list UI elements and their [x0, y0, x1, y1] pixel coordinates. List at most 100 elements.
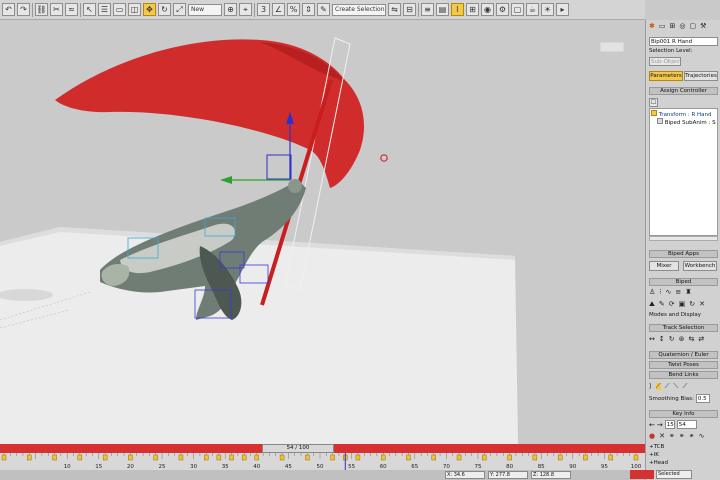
schematic-view-icon[interactable]: ⊞	[466, 3, 479, 16]
keyframe-marker[interactable]	[254, 454, 260, 461]
twist-links-mode-icon[interactable]: ⟋	[655, 383, 661, 390]
set-planted-key-icon[interactable]: ⚭	[669, 433, 675, 440]
time-slider[interactable]: 54 / 100	[0, 444, 645, 453]
keyframe-marker[interactable]	[507, 454, 512, 461]
keyframe-marker[interactable]	[633, 454, 639, 461]
percent-snap-icon[interactable]: %	[287, 3, 300, 16]
snaps-toggle-icon[interactable]: 3	[257, 3, 270, 16]
smoothing-bias-field[interactable]: 0.5	[695, 394, 710, 403]
rendered-frame-icon[interactable]: ▢	[511, 3, 524, 16]
prev-key-icon[interactable]: ←	[649, 421, 655, 429]
keyframe-marker[interactable]	[456, 454, 462, 461]
render-production-icon[interactable]: ☀	[541, 3, 554, 16]
keyframe-marker[interactable]	[204, 454, 209, 461]
rotate-icon[interactable]: ↻	[158, 3, 171, 16]
trajectory-icon[interactable]: ∿	[699, 433, 705, 440]
quaternion-euler-rollout[interactable]: Quaternion / Euler	[649, 351, 718, 359]
keyframe-marker[interactable]	[482, 454, 487, 461]
controller-tree[interactable]: Transform : R Hand Biped SubAnim : S	[649, 108, 718, 236]
redo-icon[interactable]: ↷	[17, 3, 30, 16]
keyframe-marker[interactable]	[381, 454, 386, 461]
keyframe-marker[interactable]	[406, 454, 411, 461]
motion-flow-icon[interactable]: ∿	[666, 289, 672, 296]
perspective-viewport[interactable]	[0, 20, 645, 444]
tab-parameters[interactable]: Parameters	[649, 71, 683, 81]
tree-scrollbar[interactable]	[649, 236, 718, 241]
delete-key-icon[interactable]: ✕	[659, 433, 665, 440]
track-selection-rollout[interactable]: Track Selection	[649, 324, 718, 332]
viewcube-icon[interactable]	[599, 41, 625, 53]
mixer-mode-icon[interactable]: ≡	[675, 289, 681, 296]
z-coord-field[interactable]: Z: 128.8	[531, 471, 571, 479]
motion-tab-icon[interactable]: ◎	[679, 23, 685, 30]
body-rotation-icon[interactable]: ↻	[669, 336, 675, 343]
move-all-icon[interactable]: ▣	[679, 301, 686, 308]
set-free-key-icon[interactable]: ⚭	[689, 433, 695, 440]
scale-icon[interactable]: ⤢	[173, 3, 186, 16]
window-crossing-icon[interactable]: ◫	[128, 3, 141, 16]
keyframe-marker[interactable]	[102, 454, 108, 461]
footstep-mode-icon[interactable]: ⁝	[659, 289, 661, 296]
keyframe-marker[interactable]	[532, 454, 538, 461]
ik-rollout[interactable]: +IK	[649, 452, 718, 458]
move-icon[interactable]: ✥	[143, 3, 156, 16]
assign-controller-rollout[interactable]: Assign Controller	[649, 87, 718, 95]
set-key-icon[interactable]: ●	[649, 433, 655, 440]
refresh-icon[interactable]: ↻	[689, 301, 695, 308]
y-coord-field[interactable]: Y: 277.8	[488, 471, 528, 479]
keyframe-marker[interactable]	[153, 454, 158, 461]
keyframe-marker[interactable]	[1, 454, 7, 461]
align-icon[interactable]: ⊟	[403, 3, 416, 16]
keyframe-marker[interactable]	[27, 454, 32, 461]
keyframe-marker[interactable]	[557, 454, 563, 461]
body-vertical-icon[interactable]: ↕	[659, 336, 665, 343]
auto-key-button[interactable]	[630, 470, 654, 479]
keyframe-marker[interactable]	[330, 454, 335, 461]
curve-editor-icon[interactable]: ⌇	[451, 3, 464, 16]
time-slider-thumb[interactable]: 54 / 100	[262, 444, 334, 453]
object-name-field[interactable]: Bip001 R Hand	[649, 37, 718, 46]
biped-apps-rollout[interactable]: Biped Apps	[649, 250, 718, 258]
key-info-rollout[interactable]: Key Info	[649, 410, 718, 418]
mixer-button[interactable]: Mixer	[649, 261, 679, 271]
biped-playback-icon[interactable]: ♜	[685, 289, 691, 296]
figure-mode-icon[interactable]: ♙	[649, 289, 655, 296]
key-time-field[interactable]: 54	[676, 420, 697, 429]
render-icon[interactable]: ☕	[526, 3, 539, 16]
head-rollout[interactable]: +Head	[649, 460, 718, 466]
keyframe-marker[interactable]	[431, 454, 436, 461]
biped-rollout[interactable]: Biped	[649, 278, 718, 286]
keyframe-marker[interactable]	[229, 454, 234, 461]
unlink-icon[interactable]: ✂	[50, 3, 63, 16]
named-selection-set-dropdown[interactable]: Create Selection Set	[332, 3, 386, 16]
track-bar[interactable]: 10 15 20 25 30 35 40 45 50 55 60 65 70 75 80 85 90 95 100	[0, 453, 645, 470]
keyframe-marker[interactable]	[608, 454, 613, 461]
tab-trajectories[interactable]: Trajectories	[684, 71, 718, 81]
extra-tool-icon[interactable]: ▸	[556, 3, 569, 16]
keyframe-marker[interactable]	[355, 454, 361, 461]
modes-display-rollout[interactable]: Modes and Display	[649, 312, 718, 318]
assign-controller-icon[interactable]: ☐	[649, 98, 658, 107]
keyframe-marker[interactable]	[77, 454, 83, 461]
workbench-button[interactable]: Workbench	[683, 261, 717, 271]
load-file-icon[interactable]: ⛰	[649, 301, 655, 308]
undo-icon[interactable]: ↶	[2, 3, 15, 16]
bend-links-mode-icon[interactable]: ⟩	[649, 383, 652, 390]
snap-icon[interactable]: ⌖	[239, 3, 252, 16]
selection-filter-dropdown[interactable]: Selected	[656, 470, 692, 479]
select-object-icon[interactable]: ↖	[83, 3, 96, 16]
utilities-tab-icon[interactable]: ⚒	[700, 23, 706, 30]
keyframe-marker[interactable]	[305, 454, 310, 461]
keyframe-marker[interactable]	[216, 454, 222, 461]
keyframe-marker[interactable]	[178, 454, 184, 461]
create-tab-icon[interactable]: ✱	[649, 23, 655, 30]
render-setup-icon[interactable]: ⚙	[496, 3, 509, 16]
material-editor-icon[interactable]: ◉	[481, 3, 494, 16]
layer-explorer-icon[interactable]: ≡	[421, 3, 434, 16]
zero-twist-icon[interactable]: ⟋	[682, 383, 687, 390]
move-gizmo-plane[interactable]	[266, 154, 292, 180]
body-horizontal-icon[interactable]: ↔	[649, 336, 655, 343]
next-key-icon[interactable]: →	[657, 421, 663, 429]
sub-object-button[interactable]: Sub-Object	[649, 57, 681, 66]
rect-select-icon[interactable]: ▭	[113, 3, 126, 16]
